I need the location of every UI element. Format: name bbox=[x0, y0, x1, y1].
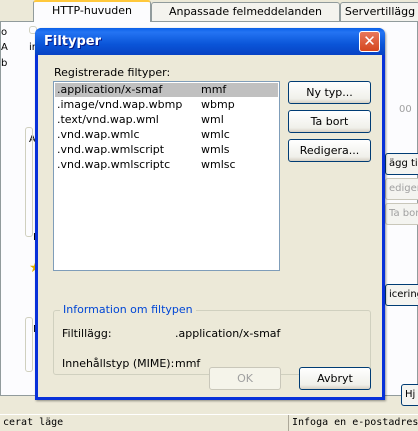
filetype-name: .vnd.wap.wmlc bbox=[57, 128, 140, 141]
cancel-button[interactable]: Avbryt bbox=[299, 367, 371, 390]
filetype-name: .text/vnd.wap.wml bbox=[57, 113, 159, 126]
filetype-name: .image/vnd.wap.wbmp bbox=[57, 98, 183, 111]
filetype-extension: wmlc bbox=[201, 128, 230, 141]
filetypes-dialog: Filtyper ✕ Registrerade filtyper: .appli… bbox=[35, 28, 385, 400]
filetype-name: .application/x-smaf bbox=[57, 83, 163, 96]
filetype-info-title: Information om filtypen bbox=[60, 303, 196, 316]
registered-filetypes-label: Registrerade filtyper: bbox=[54, 66, 171, 79]
list-item[interactable]: .vnd.wap.wmlscript wmls bbox=[55, 143, 278, 157]
background-fragment: b bbox=[1, 58, 8, 69]
status-right: Infoga en e-postadress i bbox=[288, 415, 418, 431]
background-remove-button[interactable]: Ta bort bbox=[385, 203, 418, 225]
extension-value: .application/x-smaf bbox=[175, 327, 281, 340]
mime-label: Innehållstyp (MIME): bbox=[62, 357, 175, 370]
filetype-name: .vnd.wap.wmlscript bbox=[57, 143, 165, 156]
edit-button[interactable]: Redigera... bbox=[288, 139, 371, 162]
dialog-title: Filtyper bbox=[44, 34, 102, 49]
filetype-extension: wml bbox=[201, 113, 224, 126]
status-bar: cerat läge Infoga en e-postadress i bbox=[0, 414, 418, 431]
tab-custom-errors[interactable]: Anpassade felmeddelanden bbox=[151, 2, 340, 22]
background-fragment: 00 bbox=[399, 104, 412, 115]
list-item[interactable]: .vnd.wap.wmlscriptc wmlsc bbox=[55, 158, 278, 172]
tab-http-headers[interactable]: HTTP-huvuden bbox=[33, 0, 151, 22]
list-item[interactable]: .text/vnd.wap.wml wml bbox=[55, 113, 278, 127]
background-fragment: A bbox=[1, 42, 8, 53]
filetype-extension: wmls bbox=[201, 143, 230, 156]
filetypes-listbox[interactable]: .application/x-smaf mmf .image/vnd.wap.wb… bbox=[53, 81, 280, 271]
background-groupbox bbox=[25, 127, 33, 237]
dialog-titlebar[interactable]: Filtyper ✕ bbox=[35, 28, 385, 55]
background-groupbox bbox=[25, 317, 33, 372]
filetype-extension: mmf bbox=[201, 83, 227, 96]
remove-button[interactable]: Ta bort bbox=[288, 110, 371, 133]
ok-button[interactable]: OK bbox=[209, 367, 281, 390]
background-edit-button[interactable]: edigera bbox=[385, 178, 418, 200]
background-tab-strip: HTTP-huvuden Anpassade felmeddelanden Se… bbox=[0, 0, 418, 22]
dialog-client-area: Registrerade filtyper: .application/x-sm… bbox=[38, 55, 382, 397]
filetype-name: .vnd.wap.wmlscriptc bbox=[57, 158, 171, 171]
background-fragment: o bbox=[1, 27, 8, 38]
background-placement-button[interactable]: icering bbox=[385, 284, 418, 306]
mime-value: mmf bbox=[175, 357, 201, 370]
list-item[interactable]: .vnd.wap.wmlc wmlc bbox=[55, 128, 278, 142]
tab-server-extensions[interactable]: Servertillägg bbox=[340, 2, 418, 22]
filetype-extension: wmlsc bbox=[201, 158, 236, 171]
filetype-extension: wbmp bbox=[201, 98, 235, 111]
new-type-button[interactable]: Ny typ... bbox=[288, 81, 371, 104]
background-help-button[interactable]: Hj bbox=[401, 384, 418, 406]
close-icon[interactable]: ✕ bbox=[359, 31, 380, 52]
list-item[interactable]: .image/vnd.wap.wbmp wbmp bbox=[55, 98, 278, 112]
background-add-button[interactable]: ägg till bbox=[385, 153, 418, 175]
list-item[interactable]: .application/x-smaf mmf bbox=[55, 83, 278, 97]
extension-label: Filtillägg: bbox=[62, 327, 112, 340]
status-left: cerat läge bbox=[3, 417, 64, 428]
